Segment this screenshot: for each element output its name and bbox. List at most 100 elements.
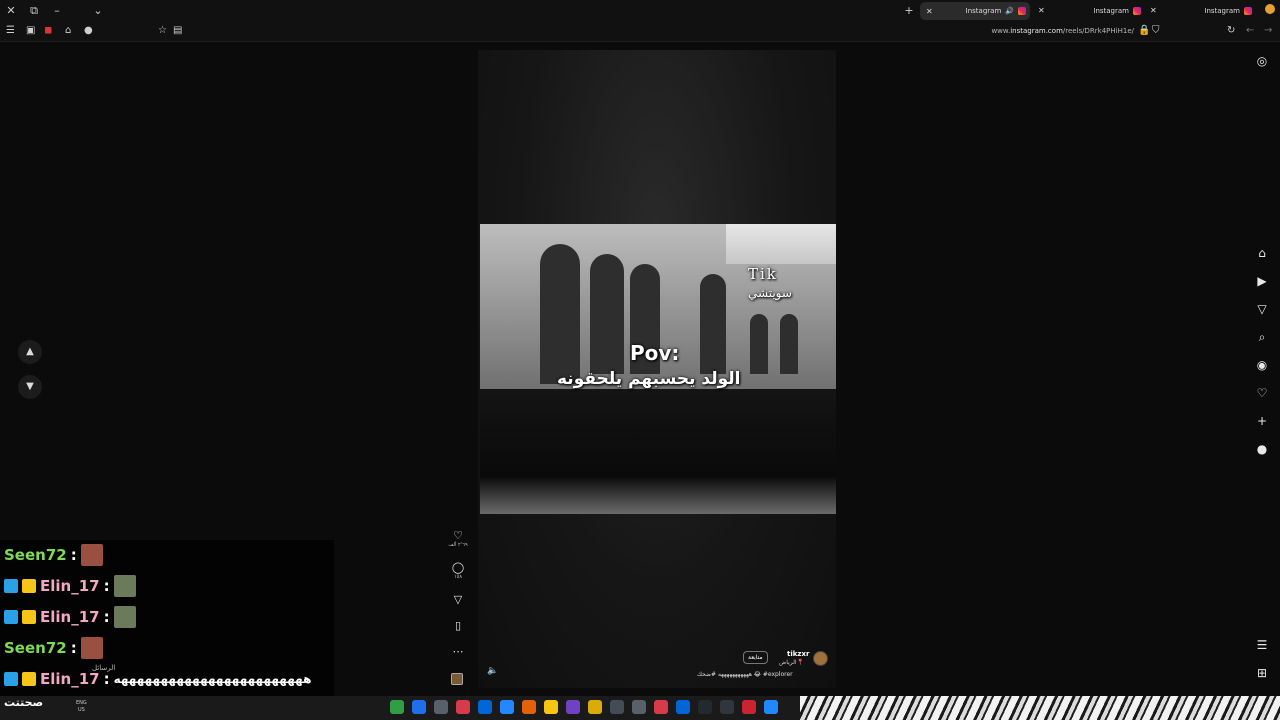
reel-caption[interactable]: هههههههههههه #ضحك 😂 #explorer — [697, 671, 793, 678]
app-icon[interactable] — [610, 700, 624, 714]
lang-1: ENG — [76, 700, 87, 706]
create-icon[interactable]: + — [1254, 414, 1270, 428]
bookmark-star-icon[interactable]: ☆ — [158, 25, 167, 36]
mute-icon[interactable]: 🔈 — [487, 666, 498, 676]
chat-text: ههههههههههههههههههههههههه — [113, 672, 312, 686]
extension-icon[interactable]: ◼ — [44, 25, 52, 36]
app-icon[interactable] — [500, 700, 514, 714]
app-icon[interactable] — [632, 700, 646, 714]
instagram-favicon-icon — [1244, 7, 1252, 15]
speaker-icon[interactable]: 🔊 — [1005, 7, 1014, 15]
close-tab-icon[interactable]: ✕ — [1038, 6, 1045, 15]
tab-instagram-2[interactable]: Instagram — [1045, 2, 1145, 20]
chat-message: Elin_17 : — [4, 604, 136, 630]
messages-label[interactable]: الرسائل — [92, 664, 115, 672]
arch — [540, 244, 580, 384]
chat-username: Seen72 — [4, 546, 67, 564]
video-caption-line: الولد يحسبهم يلحقونه — [557, 369, 741, 389]
new-tab-icon[interactable]: + — [902, 4, 916, 17]
app-icon[interactable] — [676, 700, 690, 714]
app-icon[interactable] — [698, 700, 712, 714]
input-language[interactable]: ENG US — [76, 700, 87, 714]
home-icon[interactable]: ⌂ — [1254, 246, 1270, 260]
settings-app-icon[interactable] — [434, 700, 448, 714]
video-caption-sub: سويتشي — [748, 286, 792, 300]
reload-icon[interactable]: ↻ — [1227, 25, 1235, 36]
chrome-app-icon[interactable] — [390, 700, 404, 714]
video-caption-pov: Pov: — [630, 341, 680, 365]
author-username[interactable]: tikzxr — [787, 650, 809, 658]
tab-instagram-active[interactable]: ✕ Instagram 🔊 — [920, 2, 1030, 20]
tab-label: Instagram — [965, 7, 1002, 15]
minimize-window-icon[interactable]: – — [50, 4, 64, 17]
app-icon[interactable] — [654, 700, 668, 714]
apps-icon[interactable]: ⊞ — [1254, 666, 1270, 680]
comment-icon: ◯ — [451, 561, 465, 574]
telegram-app-icon[interactable] — [478, 700, 492, 714]
heart-icon[interactable]: ♡ — [1254, 386, 1270, 400]
crowd — [480, 389, 836, 514]
url-field[interactable]: www.instagram.com/reels/DRrk4PHiH1e/ — [991, 27, 1134, 35]
video-caption-tik: Tik — [748, 265, 778, 283]
close-window-icon[interactable]: ✕ — [4, 4, 18, 17]
edge-app-icon[interactable] — [412, 700, 426, 714]
author-avatar[interactable] — [813, 651, 828, 666]
app-icon[interactable] — [544, 700, 558, 714]
info-icon[interactable]: ● — [84, 25, 93, 36]
app-icon[interactable] — [720, 700, 734, 714]
chat-username: Elin_17 — [40, 608, 100, 626]
brave-app-icon[interactable] — [522, 700, 536, 714]
restore-window-icon[interactable]: ⧉ — [27, 4, 41, 18]
arch — [750, 314, 768, 374]
url-prefix: www. — [991, 27, 1011, 35]
bookmark-icon: ▯ — [454, 619, 462, 632]
sidebar-menu-icon[interactable]: ☰ — [6, 25, 15, 36]
corner-text: صحتتت — [4, 696, 44, 709]
chat-separator: : — [103, 577, 110, 595]
tab-list-chevron-icon[interactable]: ⌄ — [91, 4, 105, 17]
instagram-icon[interactable]: ◎ — [1254, 54, 1270, 68]
comment-button[interactable]: ◯ ١٥٨ — [447, 561, 469, 581]
next-reel-button[interactable]: ▼ — [18, 375, 42, 399]
save-button[interactable]: ▯ — [447, 620, 469, 632]
tab-instagram-3[interactable]: Instagram — [1160, 2, 1256, 20]
share-button[interactable]: ▽ — [447, 594, 469, 606]
reader-icon[interactable]: ▣ — [26, 25, 35, 36]
taskbar-wallpaper-strip — [800, 696, 1280, 720]
like-button[interactable]: ♡ ٢٬٦٩ ألف — [447, 530, 469, 549]
author-location[interactable]: 📍الرياض — [779, 659, 804, 666]
moderator-badge-icon — [4, 610, 18, 624]
follow-button[interactable]: متابعة — [743, 651, 768, 664]
back-arrow-icon[interactable]: ← — [1246, 25, 1254, 36]
lock-icon[interactable]: 🔒 — [1138, 25, 1150, 36]
chevron-down-icon: ▼ — [26, 381, 34, 392]
opera-app-icon[interactable] — [456, 700, 470, 714]
home-icon[interactable]: ⌂ — [65, 25, 71, 36]
audio-thumbnail[interactable] — [451, 673, 463, 685]
previous-reel-button[interactable]: ▲ — [18, 340, 42, 364]
shield-icon[interactable]: ⛉ — [1152, 25, 1160, 36]
tab-label: Instagram — [1204, 7, 1240, 15]
reading-list-icon[interactable]: ▤ — [173, 25, 182, 36]
chat-separator: : — [103, 670, 110, 688]
send-icon[interactable]: ▽ — [1254, 302, 1270, 316]
menu-icon[interactable]: ☰ — [1254, 638, 1270, 652]
close-tab-icon[interactable]: ✕ — [1150, 6, 1157, 15]
emote — [113, 575, 136, 597]
discord-app-icon[interactable] — [566, 700, 580, 714]
search-icon[interactable]: ⌕ — [1254, 330, 1270, 345]
tab-label: Instagram — [1093, 7, 1129, 15]
profile-icon[interactable]: ● — [1254, 442, 1270, 456]
app-icon[interactable] — [764, 700, 778, 714]
like-count: ٢٬٦٩ ألف — [448, 542, 468, 548]
brave-shield-icon[interactable] — [1262, 4, 1278, 17]
close-tab-icon[interactable]: ✕ — [926, 7, 933, 16]
reels-icon[interactable]: ▶ — [1254, 274, 1270, 288]
stream-chat-overlay: Seen72 : Elin_17 : Elin_17 : Seen72 : El… — [0, 540, 334, 696]
forward-arrow-icon[interactable]: → — [1264, 25, 1272, 36]
more-button[interactable]: ⋯ — [447, 646, 469, 658]
explorer-app-icon[interactable] — [588, 700, 602, 714]
explore-icon[interactable]: ◉ — [1254, 358, 1270, 372]
app-icon[interactable] — [742, 700, 756, 714]
chat-separator: : — [70, 639, 77, 657]
